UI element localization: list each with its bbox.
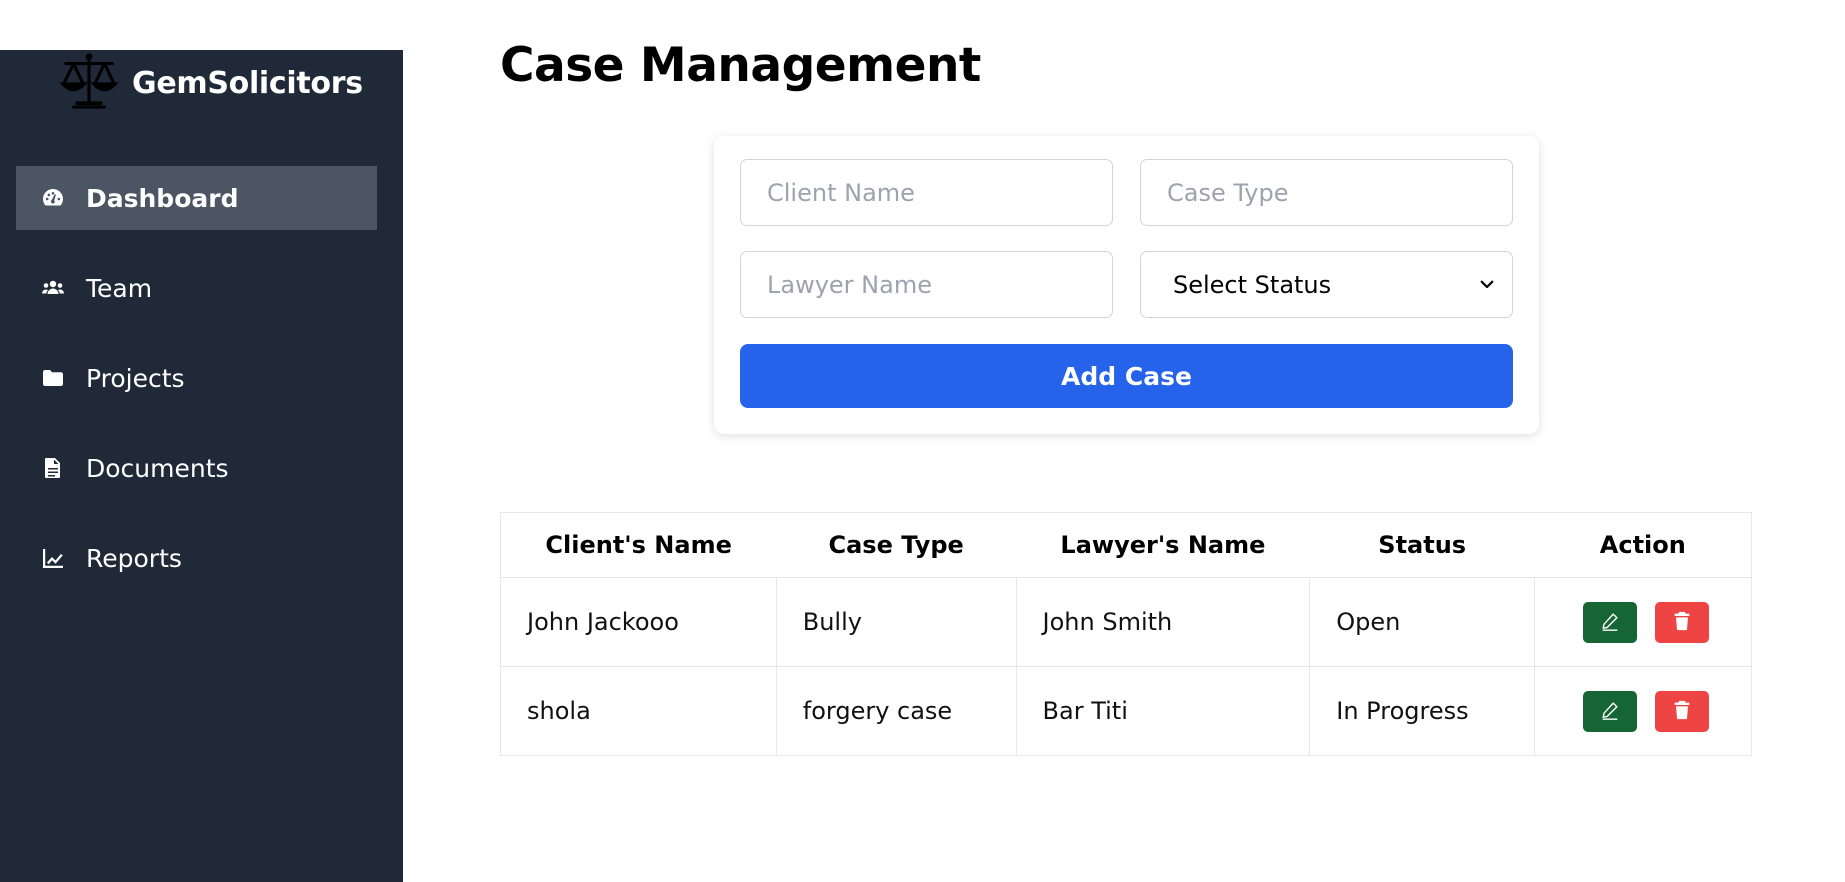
cell-lawyer: John Smith bbox=[1015, 577, 1311, 667]
trash-icon bbox=[1671, 699, 1693, 724]
cell-client: John Jackooo bbox=[500, 577, 777, 667]
cell-action bbox=[1534, 577, 1752, 667]
cell-status: Open bbox=[1309, 577, 1536, 667]
sidebar-item-dashboard[interactable]: Dashboard bbox=[16, 166, 377, 230]
document-icon bbox=[40, 456, 66, 480]
column-header-action: Action bbox=[1534, 512, 1752, 578]
cell-action bbox=[1534, 666, 1752, 756]
delete-button[interactable] bbox=[1654, 601, 1709, 643]
add-case-button[interactable]: Add Case bbox=[740, 344, 1513, 408]
sidebar-item-reports[interactable]: Reports bbox=[16, 526, 377, 590]
sidebar-item-label: Dashboard bbox=[86, 183, 239, 213]
cell-client: shola bbox=[500, 666, 777, 756]
table-header-row: Client's Name Case Type Lawyer's Name St… bbox=[500, 512, 1752, 578]
sidebar: GemSolicitors Dashboard Team Projects Do… bbox=[0, 50, 403, 882]
sidebar-item-team[interactable]: Team bbox=[16, 256, 377, 320]
table-row: John Jackooo Bully John Smith Open bbox=[500, 577, 1752, 667]
pencil-icon bbox=[1599, 699, 1621, 724]
case-type-input[interactable] bbox=[1140, 159, 1513, 226]
cell-case-type: forgery case bbox=[775, 666, 1017, 756]
client-name-input[interactable] bbox=[740, 159, 1113, 226]
delete-button[interactable] bbox=[1654, 690, 1709, 732]
column-header-client: Client's Name bbox=[500, 512, 777, 578]
table-row: shola forgery case Bar Titi In Progress bbox=[500, 666, 1752, 756]
sidebar-item-label: Documents bbox=[86, 453, 229, 483]
cases-table: Client's Name Case Type Lawyer's Name St… bbox=[500, 512, 1752, 756]
gauge-icon bbox=[40, 186, 66, 210]
sidebar-item-label: Projects bbox=[86, 363, 185, 393]
users-icon bbox=[40, 276, 66, 300]
status-select[interactable]: Select Status bbox=[1140, 251, 1513, 318]
column-header-status: Status bbox=[1309, 512, 1535, 578]
folder-icon bbox=[40, 366, 66, 390]
scales-icon bbox=[58, 51, 120, 115]
sidebar-item-label: Team bbox=[86, 273, 153, 303]
sidebar-nav: Dashboard Team Projects Documents Report… bbox=[16, 166, 377, 616]
brand[interactable]: GemSolicitors bbox=[58, 52, 363, 114]
column-header-case-type: Case Type bbox=[776, 512, 1017, 578]
sidebar-item-label: Reports bbox=[86, 543, 182, 573]
page-title: Case Management bbox=[500, 38, 981, 93]
add-case-form: Select Status Add Case bbox=[714, 136, 1539, 434]
edit-button[interactable] bbox=[1583, 601, 1638, 643]
cell-status: In Progress bbox=[1309, 666, 1536, 756]
sidebar-item-documents[interactable]: Documents bbox=[16, 436, 377, 500]
cell-lawyer: Bar Titi bbox=[1015, 666, 1311, 756]
lawyer-name-input[interactable] bbox=[740, 251, 1113, 318]
brand-name: GemSolicitors bbox=[132, 65, 363, 101]
cell-case-type: Bully bbox=[775, 577, 1017, 667]
trash-icon bbox=[1671, 610, 1693, 635]
chevron-down-icon bbox=[1478, 271, 1496, 299]
pencil-icon bbox=[1599, 610, 1621, 635]
chart-line-icon bbox=[40, 546, 66, 570]
edit-button[interactable] bbox=[1583, 690, 1638, 732]
sidebar-item-projects[interactable]: Projects bbox=[16, 346, 377, 410]
status-select-value: Select Status bbox=[1173, 270, 1332, 299]
column-header-lawyer: Lawyer's Name bbox=[1016, 512, 1310, 578]
